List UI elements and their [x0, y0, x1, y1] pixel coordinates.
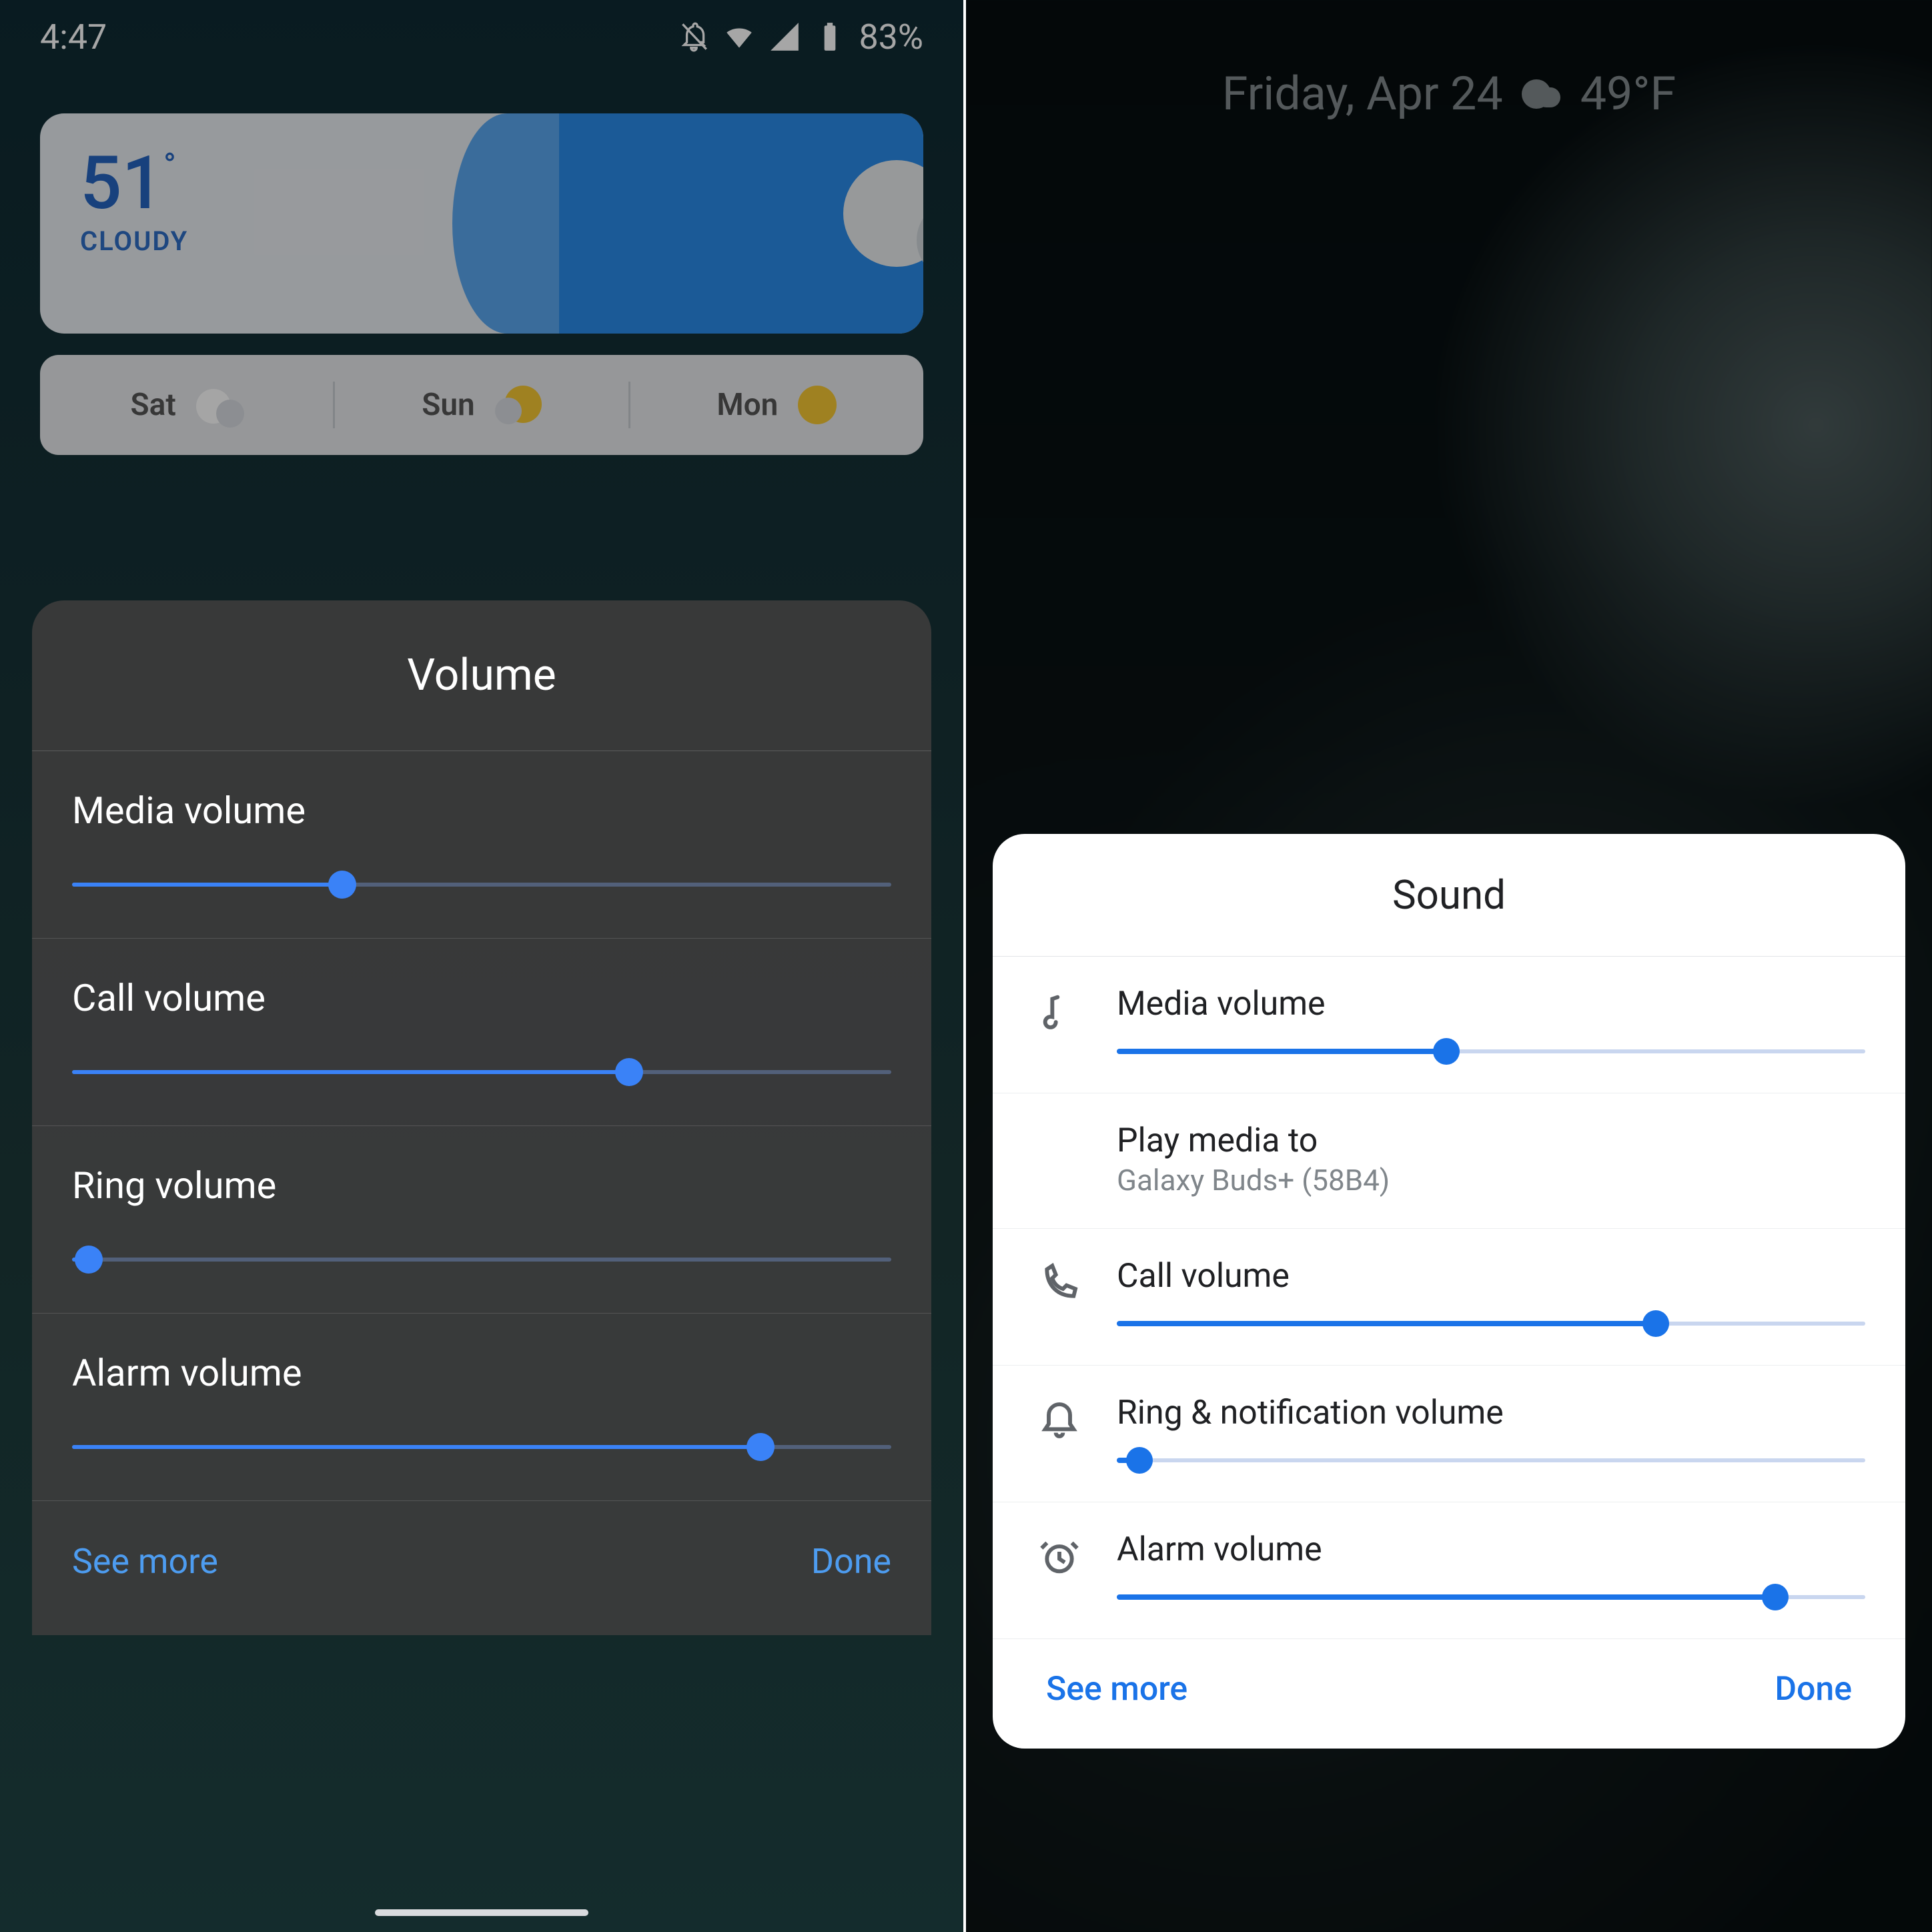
- call-volume-row: Call volume: [32, 939, 931, 1126]
- call-volume-slider[interactable]: [72, 1067, 891, 1077]
- output-device: Galaxy Buds+ (58B4): [1117, 1163, 1865, 1197]
- panel-title: Sound: [993, 834, 1905, 957]
- done-button[interactable]: Done: [1775, 1670, 1852, 1709]
- see-more-button[interactable]: See more: [1046, 1670, 1187, 1709]
- media-volume-slider[interactable]: [72, 879, 891, 890]
- panel-title: Volume: [32, 600, 931, 751]
- alarm-volume-label: Alarm volume: [1117, 1530, 1865, 1569]
- play-media-to-label: Play media to: [1117, 1121, 1865, 1160]
- call-volume-label: Call volume: [72, 976, 891, 1020]
- alarm-volume-row: Alarm volume: [32, 1314, 931, 1501]
- alarm-volume-label: Alarm volume: [72, 1351, 891, 1395]
- music-note-icon: [1033, 985, 1086, 1033]
- alarm-volume-slider[interactable]: [1117, 1586, 1865, 1608]
- call-volume-label: Call volume: [1117, 1257, 1865, 1296]
- play-media-to-row[interactable]: Play media to Galaxy Buds+ (58B4): [993, 1093, 1905, 1229]
- media-volume-label: Media volume: [1117, 985, 1865, 1023]
- bell-icon: [1033, 1394, 1086, 1442]
- call-volume-slider[interactable]: [1117, 1313, 1865, 1334]
- alarm-volume-row: Alarm volume: [993, 1502, 1905, 1639]
- see-more-button[interactable]: See more: [72, 1541, 218, 1582]
- ring-volume-row: Ring volume: [32, 1126, 931, 1314]
- ring-volume-label: Ring & notification volume: [1117, 1394, 1865, 1432]
- left-phone: 4:47 83% 51° CLOUDY Sat Sun: [0, 0, 966, 1932]
- media-volume-row: Media volume: [993, 957, 1905, 1093]
- ring-volume-slider[interactable]: [72, 1254, 891, 1265]
- sound-panel: Sound Media volume Play media to Galaxy …: [993, 834, 1905, 1749]
- ring-volume-row: Ring & notification volume: [993, 1366, 1905, 1502]
- media-volume-row: Media volume: [32, 751, 931, 939]
- media-volume-slider[interactable]: [1117, 1041, 1865, 1062]
- ring-volume-label: Ring volume: [72, 1163, 891, 1208]
- call-volume-row: Call volume: [993, 1229, 1905, 1366]
- alarm-volume-slider[interactable]: [72, 1442, 891, 1452]
- home-indicator[interactable]: [375, 1909, 588, 1916]
- phone-icon: [1033, 1257, 1086, 1305]
- ring-volume-slider[interactable]: [1117, 1450, 1865, 1471]
- done-button[interactable]: Done: [811, 1541, 891, 1582]
- alarm-clock-icon: [1033, 1530, 1086, 1578]
- media-volume-label: Media volume: [72, 789, 891, 833]
- volume-panel: Volume Media volume Call volume Ring vol…: [32, 600, 931, 1635]
- right-phone: Friday, Apr 24 49°F Sound Media volume P…: [966, 0, 1932, 1932]
